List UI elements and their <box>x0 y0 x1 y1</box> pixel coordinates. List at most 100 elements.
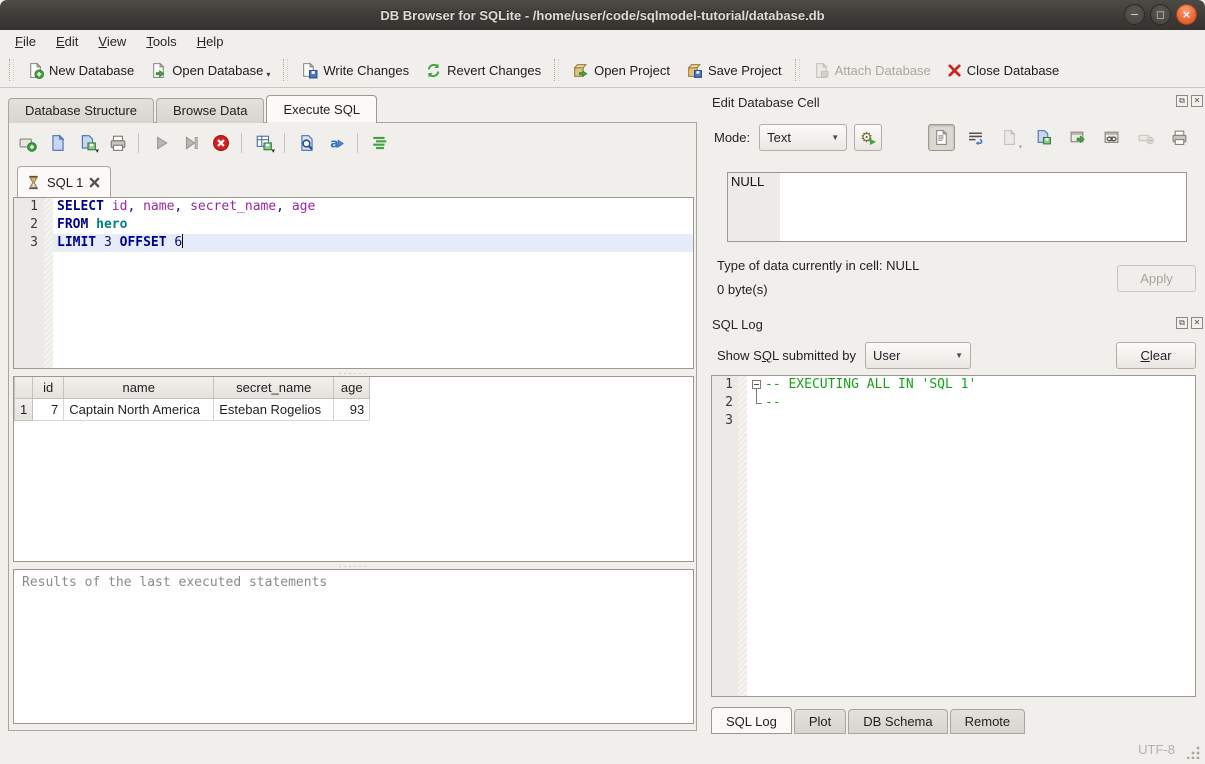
tab-database-structure[interactable]: Database Structure <box>8 98 154 123</box>
column-header-secret-name[interactable]: secret_name <box>214 377 334 398</box>
menu-edit[interactable]: Edit <box>47 32 87 51</box>
open-external-button[interactable] <box>1064 124 1091 151</box>
row-number[interactable]: 1 <box>15 398 33 420</box>
submitter-select[interactable]: User ▼ <box>865 342 971 369</box>
fold-margin <box>738 376 747 394</box>
new-database-icon <box>27 62 44 79</box>
print-cell-button[interactable] <box>1166 124 1193 151</box>
print-sql-button[interactable] <box>105 130 131 156</box>
clear-log-button[interactable]: Clear <box>1116 342 1196 369</box>
minimize-button[interactable]: − <box>1124 4 1145 25</box>
log-text: -- EXECUTING ALL IN 'SQL 1' <box>765 376 976 394</box>
menu-view[interactable]: View <box>89 32 135 51</box>
results-grid[interactable]: id name secret_name age 1 7 Captain Nort… <box>13 376 694 562</box>
close-panel-icon[interactable]: ✕ <box>1191 317 1203 329</box>
titlebar[interactable]: DB Browser for SQLite - /home/user/code/… <box>0 0 1205 30</box>
execution-message-area[interactable]: Results of the last executed statements <box>13 569 694 724</box>
format-sql-button[interactable] <box>367 130 393 156</box>
table-row[interactable]: 1 7 Captain North America Esteban Rogeli… <box>15 398 370 420</box>
set-null-button <box>1132 124 1159 151</box>
save-sql-dropdown-icon[interactable]: ▾ <box>95 147 99 155</box>
code-line: 2 FROM hero <box>14 216 693 234</box>
open-sql-file-button[interactable] <box>45 130 71 156</box>
cell-name[interactable]: Captain North America <box>64 398 214 420</box>
float-panel-icon[interactable]: ⧉ <box>1176 317 1188 329</box>
float-panel-icon[interactable]: ⧉ <box>1176 95 1188 107</box>
menu-tools[interactable]: Tools <box>137 32 185 51</box>
tab-browse-data[interactable]: Browse Data <box>156 98 264 123</box>
new-sql-tab-button[interactable] <box>15 130 41 156</box>
close-panel-icon[interactable]: ✕ <box>1191 95 1203 107</box>
results-message-splitter[interactable]: ······ <box>13 562 694 569</box>
cell-edit-area[interactable] <box>780 173 1186 241</box>
column-header-age[interactable]: age <box>334 377 370 398</box>
import-dropdown-icon: ▾ <box>1019 143 1023 151</box>
code-line-current: 3 LIMIT 3 OFFSET 6 <box>14 234 693 252</box>
cell-secret-name[interactable]: Esteban Rogelios <box>214 398 334 420</box>
link-button[interactable] <box>1098 124 1125 151</box>
close-button[interactable]: × <box>1176 4 1197 25</box>
cell-age[interactable]: 93 <box>334 398 370 420</box>
main-toolbar: New Database Open Database ▾ Write Chang… <box>0 53 1205 88</box>
green-arrow-icon: ▶ <box>870 137 876 146</box>
corner-header[interactable] <box>15 377 33 398</box>
cell-icon-buttons: ▾ <box>928 124 1193 151</box>
revert-changes-button[interactable]: Revert Changes <box>417 57 549 84</box>
save-results-icon <box>255 134 273 152</box>
fold-marker[interactable] <box>749 376 765 394</box>
fold-margin <box>44 252 53 368</box>
edit-cell-header: Edit Database Cell <box>712 92 820 112</box>
line-number: 2 <box>14 216 44 234</box>
cell-null-value: NULL <box>728 173 780 241</box>
tab-execute-sql[interactable]: Execute SQL <box>266 95 377 123</box>
auto-apply-button[interactable]: ⚙ ▶ <box>854 124 882 151</box>
mode-select[interactable]: Text ▼ <box>759 124 847 151</box>
export-data-button[interactable] <box>1030 124 1057 151</box>
save-results-dropdown-icon[interactable]: ▾ <box>271 147 275 155</box>
save-project-button[interactable]: Save Project <box>678 57 790 84</box>
autocomplete-button[interactable]: a <box>324 130 350 156</box>
import-data-icon <box>1001 129 1018 146</box>
fold-margin <box>44 216 53 234</box>
sql-tab-label: SQL 1 <box>47 175 83 190</box>
menu-help[interactable]: Help <box>188 32 233 51</box>
text-mode-button[interactable] <box>928 124 955 151</box>
sql-code-editor[interactable]: 1 SELECT id, name, secret_name, age 2 FR… <box>13 197 694 369</box>
maximize-button[interactable]: ◻ <box>1150 4 1171 25</box>
tab-sql-log[interactable]: SQL Log <box>711 707 792 734</box>
menu-file[interactable]: File <box>6 32 45 51</box>
cell-id[interactable]: 7 <box>33 398 64 420</box>
find-button[interactable] <box>294 130 320 156</box>
word-wrap-button[interactable] <box>962 124 989 151</box>
tab-plot[interactable]: Plot <box>794 709 846 734</box>
stop-execution-button[interactable] <box>208 130 234 156</box>
column-header-id[interactable]: id <box>33 377 64 398</box>
close-database-button[interactable]: Close Database <box>939 58 1068 83</box>
cell-value-editor[interactable]: NULL <box>727 172 1187 242</box>
code-line: 1 SELECT id, name, secret_name, age <box>14 198 693 216</box>
open-database-icon <box>150 62 167 79</box>
panel-splitter[interactable] <box>698 123 704 731</box>
close-tab-icon[interactable] <box>89 177 100 188</box>
new-database-button[interactable]: New Database <box>19 57 142 84</box>
resize-grip[interactable] <box>1187 746 1200 759</box>
write-changes-button[interactable]: Write Changes <box>293 57 417 84</box>
open-database-button[interactable]: Open Database ▾ <box>142 57 278 84</box>
execute-all-icon <box>152 134 170 152</box>
tab-remote[interactable]: Remote <box>950 709 1026 734</box>
sql-log-editor[interactable]: 1 -- EXECUTING ALL IN 'SQL 1' 2 -- 3 <box>711 375 1196 697</box>
line-number: 3 <box>14 234 44 252</box>
sql-editor-tab[interactable]: SQL 1 <box>17 166 111 197</box>
open-project-button[interactable]: Open Project <box>564 57 678 84</box>
save-sql-file-button[interactable]: ▾ <box>75 130 101 156</box>
tab-db-schema[interactable]: DB Schema <box>848 709 947 734</box>
open-database-dropdown-icon[interactable]: ▾ <box>266 70 270 79</box>
encoding-indicator[interactable]: UTF-8 <box>1138 742 1175 757</box>
save-results-button[interactable]: ▾ <box>251 130 277 156</box>
log-line: 3 <box>712 412 1195 430</box>
column-header-name[interactable]: name <box>64 377 214 398</box>
write-changes-icon <box>301 62 318 79</box>
editor-results-splitter[interactable]: ······ <box>13 369 694 376</box>
revert-changes-icon <box>425 62 442 79</box>
message-placeholder: Results of the last executed statements <box>22 575 327 590</box>
